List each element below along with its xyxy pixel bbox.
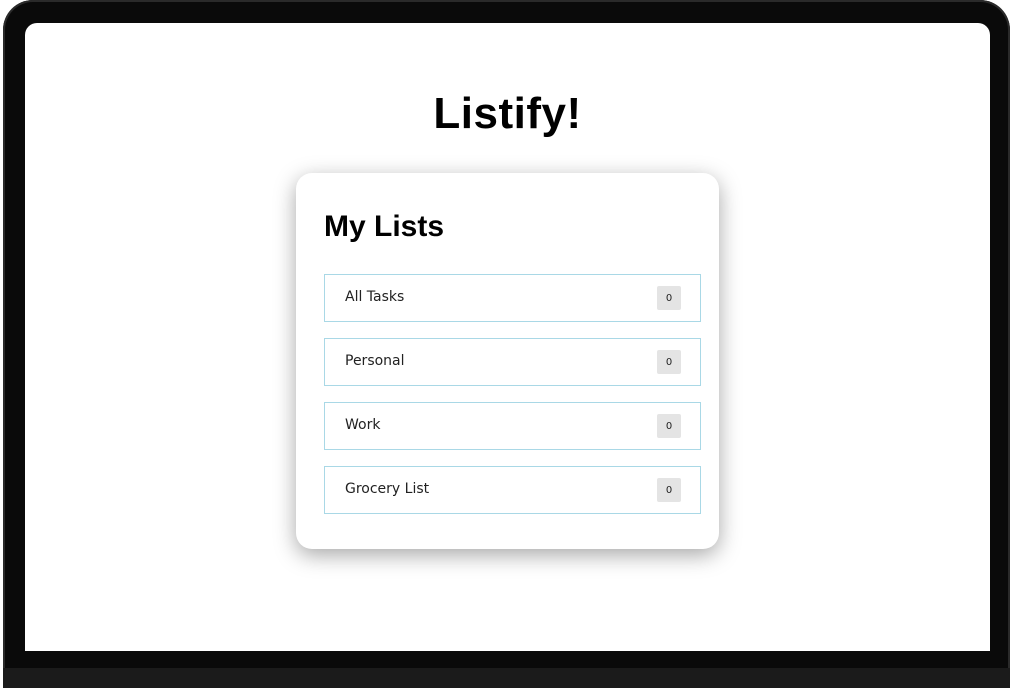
count-badge: 0 [657,478,681,502]
count-badge: 0 [657,286,681,310]
list-item-work[interactable]: Work 0 [324,402,701,450]
laptop-base [3,668,1010,688]
card-title: My Lists [324,210,445,243]
list-item-label: Personal [345,353,405,369]
count-badge: 0 [657,350,681,374]
app-screen: Listify! My Lists All Tasks 0 Personal 0… [25,23,990,651]
count-badge: 0 [657,414,681,438]
lists-card: My Lists All Tasks 0 Personal 0 Work 0 G… [296,173,719,549]
list-item-label: Grocery List [345,481,430,497]
list-item-grocery-list[interactable]: Grocery List 0 [324,466,701,514]
app-title: Listify! [433,89,582,138]
list-item-all-tasks[interactable]: All Tasks 0 [324,274,701,322]
list-item-label: All Tasks [345,289,405,305]
laptop-frame: Listify! My Lists All Tasks 0 Personal 0… [0,0,1013,688]
list-item-personal[interactable]: Personal 0 [324,338,701,386]
list-item-label: Work [345,417,381,433]
lists-container: All Tasks 0 Personal 0 Work 0 Grocery Li… [324,274,701,530]
